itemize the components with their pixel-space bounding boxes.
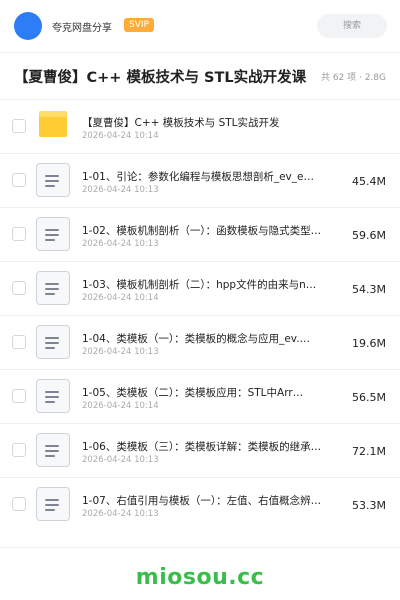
file-date: 2026-04-24 10:14 bbox=[82, 293, 159, 303]
row-checkbox[interactable] bbox=[12, 389, 26, 403]
search-input[interactable]: 搜索 bbox=[317, 14, 387, 38]
file-size: 56.5M bbox=[352, 391, 386, 404]
row-checkbox[interactable] bbox=[12, 119, 26, 133]
file-date: 2026-04-24 10:13 bbox=[82, 347, 159, 357]
user-name: 夸克网盘分享 bbox=[52, 23, 112, 34]
divider bbox=[0, 547, 400, 548]
document-icon bbox=[36, 433, 70, 467]
list-item[interactable]: 1-03、模板机制剖析（二）：hpp文件的由来与n… 2026-04-24 10… bbox=[0, 261, 400, 315]
file-size: 54.3M bbox=[352, 283, 386, 296]
list-item[interactable]: 1-01、引论：参数化编程与模板思想剖析_ev_e… 2026-04-24 10… bbox=[0, 153, 400, 207]
top-bar: 夸克网盘分享 SVIP 搜索 bbox=[0, 0, 400, 52]
document-icon bbox=[36, 325, 70, 359]
folder-icon bbox=[36, 109, 70, 143]
row-checkbox[interactable] bbox=[12, 281, 26, 295]
file-name: 1-07、右值引用与模板（一）：左值、右值概念辨析… bbox=[82, 495, 322, 507]
page-title: 【夏曹俊】C++ 模板技术与 STL实战开发课 bbox=[14, 70, 307, 86]
document-icon bbox=[36, 163, 70, 197]
file-name: 1-06、类模板（三）：类模板详解：类模板的继承与… bbox=[82, 441, 322, 453]
file-name: 1-04、类模板（一）：类模板的概念与应用_ev.… bbox=[82, 333, 311, 345]
document-icon bbox=[36, 487, 70, 521]
file-date: 2026-04-24 10:13 bbox=[82, 509, 159, 519]
row-checkbox[interactable] bbox=[12, 497, 26, 511]
list-item[interactable]: 1-05、类模板（二）：类模板应用：STL中Arr… 2026-04-24 10… bbox=[0, 369, 400, 423]
file-size: 72.1M bbox=[352, 445, 386, 458]
svip-badge: SVIP bbox=[124, 18, 154, 32]
row-checkbox[interactable] bbox=[12, 227, 26, 241]
document-icon bbox=[36, 271, 70, 305]
list-item[interactable]: 1-04、类模板（一）：类模板的概念与应用_ev.… 2026-04-24 10… bbox=[0, 315, 400, 369]
file-date: 2026-04-24 10:14 bbox=[82, 401, 159, 411]
folder-header: 【夏曹俊】C++ 模板技术与 STL实战开发课 共 62 项 · 2.8G bbox=[0, 53, 400, 99]
file-list: 【夏曹俊】C++ 模板技术与 STL实战开发 2026-04-24 10:14 … bbox=[0, 99, 400, 531]
file-size: 59.6M bbox=[352, 229, 386, 242]
file-size: 53.3M bbox=[352, 499, 386, 512]
avatar[interactable] bbox=[14, 12, 42, 40]
row-checkbox[interactable] bbox=[12, 443, 26, 457]
file-name: 1-01、引论：参数化编程与模板思想剖析_ev_e… bbox=[82, 171, 314, 183]
watermark: miosou.cc bbox=[135, 565, 265, 590]
file-size: 19.6M bbox=[352, 337, 386, 350]
list-item[interactable]: 1-07、右值引用与模板（一）：左值、右值概念辨析… 2026-04-24 10… bbox=[0, 477, 400, 531]
file-size: 45.4M bbox=[352, 175, 386, 188]
file-date: 2026-04-24 10:13 bbox=[82, 239, 159, 249]
file-date: 2026-04-24 10:13 bbox=[82, 455, 159, 465]
file-name: 1-02、模板机制剖析（一）：函数模板与隐式类型转… bbox=[82, 225, 322, 237]
file-count: 共 62 项 · 2.8G bbox=[320, 73, 386, 83]
file-date: 2026-04-24 10:14 bbox=[82, 131, 159, 141]
file-name: 1-05、类模板（二）：类模板应用：STL中Arr… bbox=[82, 387, 304, 399]
list-item-folder[interactable]: 【夏曹俊】C++ 模板技术与 STL实战开发 2026-04-24 10:14 bbox=[0, 99, 400, 153]
document-icon bbox=[36, 217, 70, 251]
file-date: 2026-04-24 10:13 bbox=[82, 185, 159, 195]
document-icon bbox=[36, 379, 70, 413]
row-checkbox[interactable] bbox=[12, 335, 26, 349]
file-name: 1-03、模板机制剖析（二）：hpp文件的由来与n… bbox=[82, 279, 317, 291]
row-checkbox[interactable] bbox=[12, 173, 26, 187]
list-item[interactable]: 1-06、类模板（三）：类模板详解：类模板的继承与… 2026-04-24 10… bbox=[0, 423, 400, 477]
list-item[interactable]: 1-02、模板机制剖析（一）：函数模板与隐式类型转… 2026-04-24 10… bbox=[0, 207, 400, 261]
file-name: 【夏曹俊】C++ 模板技术与 STL实战开发 bbox=[82, 117, 280, 129]
